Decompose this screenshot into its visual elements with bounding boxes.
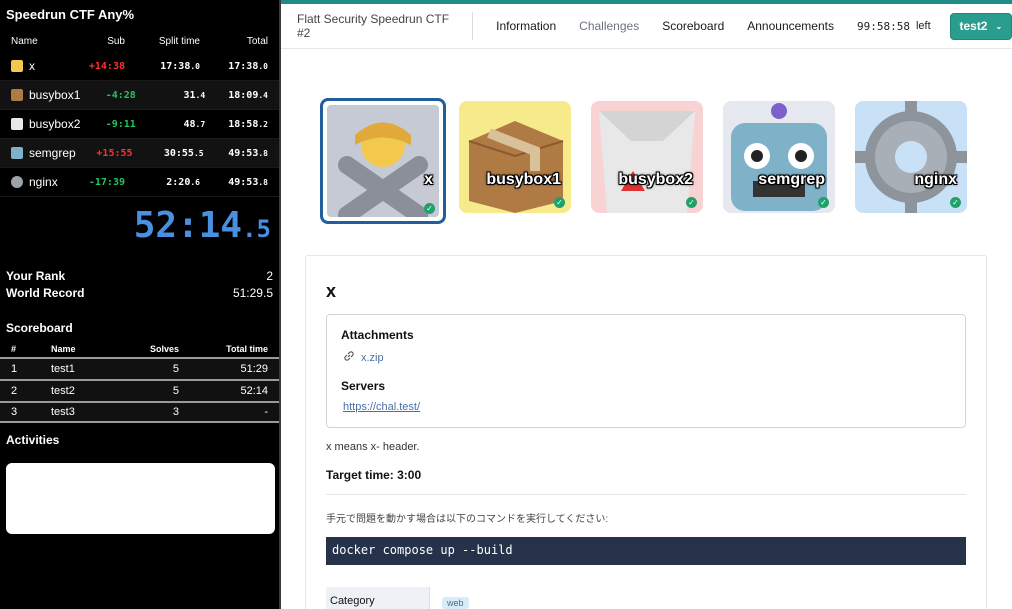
- challenge-name: busybox1: [486, 171, 561, 188]
- nav-scoreboard[interactable]: Scoreboard: [662, 19, 724, 33]
- scoreboard-title: Scoreboard: [6, 321, 73, 335]
- category-row: Category web: [326, 587, 966, 609]
- splits-panel: Speedrun CTF Any% Name Sub Split time To…: [0, 0, 281, 609]
- splits-header: Name Sub Split time Total: [0, 30, 279, 52]
- splits-title: Speedrun CTF Any%: [6, 7, 135, 22]
- split-row: nginx -17:39 2:20.6 49:53.8: [0, 168, 279, 197]
- split-total: 17:38.0: [228, 60, 268, 72]
- user-menu-button[interactable]: test2 ⌄: [949, 12, 1012, 40]
- split-time: 2:20.6: [166, 176, 200, 188]
- nav-announcements[interactable]: Announcements: [747, 19, 834, 33]
- split-row: busybox1 -4:28 31.4 18:09.4: [0, 81, 279, 110]
- takeout-box-icon: [591, 101, 703, 213]
- user-name: test2: [959, 19, 988, 33]
- split-time: 31.4: [183, 89, 206, 101]
- col-name: Name: [11, 35, 38, 47]
- gear-icon: [11, 176, 23, 188]
- takeout-box-icon: [11, 118, 23, 130]
- attachments-label: Attachments: [341, 328, 414, 342]
- split-sub: -17:39: [88, 176, 125, 188]
- split-sub: -4:28: [105, 89, 136, 101]
- no-gesture-person-icon: [11, 60, 23, 72]
- scoreboard-row: 2 test2 5 52:14: [0, 379, 279, 401]
- challenge-card-x[interactable]: x ✓: [320, 98, 446, 224]
- scoreboard-row: 3 test3 3 -: [0, 401, 279, 423]
- split-sub: +15:55: [96, 147, 133, 159]
- nav-information[interactable]: Information: [496, 19, 556, 33]
- link-icon: [343, 350, 355, 365]
- robot-icon: [11, 147, 23, 159]
- scoreboard-row: 1 test1 5 51:29: [0, 357, 279, 379]
- attachment-link[interactable]: x.zip: [343, 350, 951, 365]
- no-gesture-person-icon: [327, 105, 439, 221]
- col-split: Split time: [158, 35, 200, 47]
- split-name: x: [29, 59, 35, 73]
- challenge-name: nginx: [914, 171, 957, 188]
- challenge-card-busybox2[interactable]: busybox2 ✓: [591, 101, 703, 213]
- challenge-name: x: [424, 171, 433, 188]
- navbar: Flatt Security Speedrun CTF #2 Informati…: [281, 4, 1012, 49]
- timer-suffix: left: [915, 20, 931, 32]
- world-record: World Record 51:29.5: [6, 285, 273, 300]
- split-total: 49:53.8: [228, 176, 268, 188]
- challenge-list: x ✓ busybox1 ✓ busybox2 ✓ semgrep ✓ ngin…: [320, 98, 987, 224]
- command-note: 手元で問題を動かす場合は以下のコマンドを実行してください:: [326, 514, 609, 525]
- challenge-card-nginx[interactable]: nginx ✓: [855, 101, 967, 213]
- chevron-down-icon: ⌄: [995, 21, 1003, 31]
- check-icon: ✓: [424, 203, 435, 214]
- main-timer: 52:14.5: [133, 205, 271, 246]
- challenge-name: busybox2: [618, 171, 693, 188]
- split-name: nginx: [29, 175, 58, 189]
- split-name: busybox2: [29, 117, 81, 131]
- split-name: busybox1: [29, 88, 81, 102]
- brand-link[interactable]: Flatt Security Speedrun CTF #2: [297, 12, 474, 40]
- server-link[interactable]: https://chal.test/: [343, 401, 951, 413]
- split-sub: -9:11: [105, 118, 136, 130]
- challenge-card-semgrep[interactable]: semgrep ✓: [723, 101, 835, 213]
- split-time: 17:38.0: [160, 60, 200, 72]
- split-name: semgrep: [29, 146, 76, 160]
- split-total: 18:58.2: [228, 118, 268, 130]
- target-time: Target time: 3:00: [326, 468, 966, 495]
- robot-icon: [723, 101, 835, 213]
- scoreboard-header: # Name Solves Total time: [11, 344, 268, 354]
- split-total: 18:09.4: [228, 89, 268, 101]
- split-sub: +14:38: [88, 60, 125, 72]
- check-icon: ✓: [950, 197, 961, 208]
- split-row: x +14:38 17:38.0 17:38.0: [0, 52, 279, 81]
- challenge-name: semgrep: [758, 171, 825, 188]
- challenge-detail: x Attachments x.zip Servers https://chal…: [305, 255, 987, 609]
- check-icon: ✓: [686, 197, 697, 208]
- split-row: semgrep +15:55 30:55.5 49:53.8: [0, 139, 279, 168]
- split-time: 48.7: [183, 118, 206, 130]
- activities-title: Activities: [6, 433, 60, 447]
- activities-box: [6, 463, 275, 534]
- challenge-card-busybox1[interactable]: busybox1 ✓: [459, 101, 571, 213]
- split-time: 30:55.5: [163, 147, 204, 159]
- your-rank: Your Rank 2: [6, 268, 273, 283]
- check-icon: ✓: [554, 197, 565, 208]
- challenge-title: x: [326, 281, 337, 301]
- split-total: 49:53.8: [228, 147, 268, 159]
- category-tag: web: [442, 597, 469, 609]
- package-box-icon: [459, 101, 571, 213]
- remaining-timer: 99:58:58: [856, 19, 910, 33]
- attachments-box: Attachments x.zip Servers https://chal.t…: [326, 314, 966, 428]
- command-block: docker compose up --build: [326, 537, 966, 565]
- challenge-description: x means x- header.: [326, 441, 420, 453]
- package-box-icon: [11, 89, 23, 101]
- split-row: busybox2 -9:11 48.7 18:58.2: [0, 110, 279, 139]
- col-sub: Sub: [107, 35, 125, 47]
- category-label: Category: [326, 587, 430, 609]
- servers-label: Servers: [341, 379, 386, 393]
- col-total: Total: [246, 35, 268, 47]
- check-icon: ✓: [818, 197, 829, 208]
- attachment-filename[interactable]: x.zip: [361, 352, 384, 364]
- app-main: Flatt Security Speedrun CTF #2 Informati…: [281, 0, 1012, 609]
- gear-icon: [855, 101, 967, 213]
- nav-challenges[interactable]: Challenges: [579, 19, 639, 33]
